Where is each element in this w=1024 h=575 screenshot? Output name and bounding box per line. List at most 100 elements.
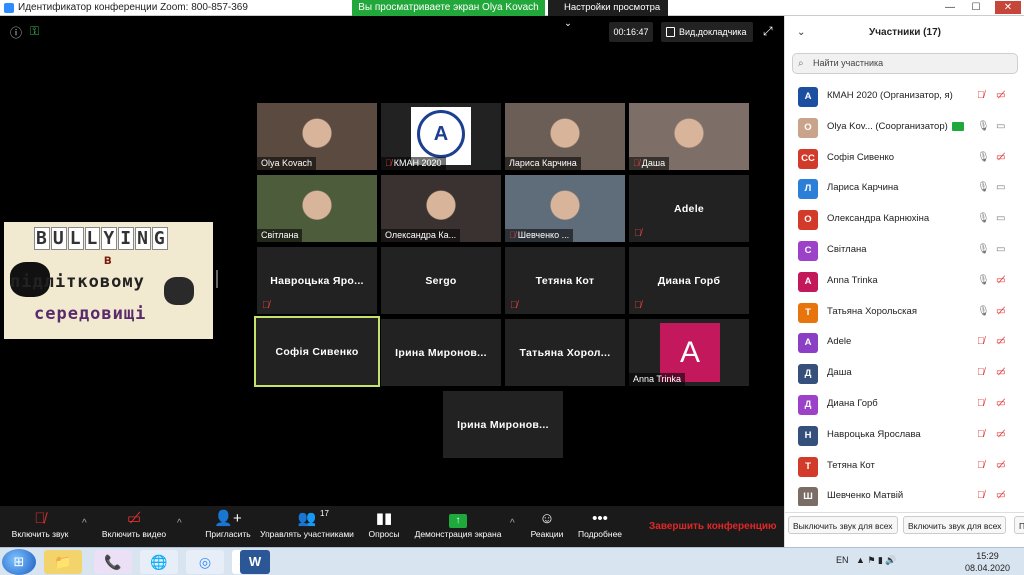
mic-icon[interactable]: 🎙 [977,152,990,163]
video-tile[interactable]: Софія Сивенко [254,316,380,387]
video-tile[interactable]: A 🎙̸ КМАН 2020 [381,103,501,170]
participant-row[interactable]: A Adele 🎙̸ ▭̸ [785,328,1024,359]
language-indicator[interactable]: EN [836,555,849,565]
video-off-icon[interactable]: ▭̸ [996,306,1005,317]
more-options-button[interactable]: П [1014,516,1024,534]
mic-icon[interactable]: 🎙 [977,306,990,317]
mic-icon[interactable]: 🎙 [977,121,990,132]
minimize-button[interactable]: — [940,1,960,14]
video-off-icon[interactable]: ▭̸ [996,460,1005,471]
viber-icon[interactable]: 📞 [94,550,132,574]
video-tile[interactable]: Ірина Миронов... [443,391,563,458]
video-tile[interactable]: Тетяна Кот 🎙̸ [505,247,625,314]
participant-row[interactable]: О Олександра Карнюхіна 🎙 ▭ [785,205,1024,236]
video-tile[interactable]: 🎙̸ Шевченко ... [505,175,625,242]
manage-participants-button[interactable]: 👥 Управлять участниками [256,506,358,547]
participant-row[interactable]: O Olya Kov... (Соорганизатор) 🎙 ▭ [785,113,1024,144]
video-tile[interactable]: Диана Горб 🎙̸ [629,247,749,314]
close-button[interactable]: ✕ [995,1,1021,14]
video-tile[interactable]: Навроцька Яро... 🎙̸ [257,247,377,314]
speaker-view-button[interactable]: Вид,докладчика [661,22,753,42]
share-screen-button[interactable]: ↑ Демонстрация экрана [410,506,506,547]
video-tile[interactable]: Олександра Ка... [381,175,501,242]
participant-name: Anna Trinka [633,374,682,384]
video-off-icon[interactable]: ▭̸ [996,429,1005,440]
video-tile[interactable]: Ірина Миронов... [381,319,501,386]
mic-icon[interactable]: 🎙 [977,244,990,255]
participant-row[interactable]: Н Навроцька Ярослава 🎙̸ ▭̸ [785,421,1024,452]
mic-muted-icon[interactable]: 🎙̸ [977,367,985,378]
mic-muted-icon[interactable]: 🎙̸ [977,490,985,501]
audio-options-caret[interactable]: ^ [82,518,87,529]
participant-row[interactable]: Д Даша 🎙̸ ▭̸ [785,359,1024,390]
info-icon[interactable]: ⓘ [10,24,22,41]
tray-icons[interactable]: ▲ ⚑ ▮ 🔊 [856,555,897,566]
mic-icon[interactable]: 🎙 [977,213,990,224]
mic-muted-icon[interactable]: 🎙̸ [977,336,985,347]
video-off-icon[interactable]: ▭̸ [996,490,1005,501]
participant-row[interactable]: Д Диана Горб 🎙̸ ▭̸ [785,390,1024,421]
unmute-all-button[interactable]: Включить звук для всех [903,516,1007,534]
system-clock[interactable]: 15:29 08.04.2020 [965,550,1010,574]
participant-row[interactable]: Ш Шевченко Матвій 🎙̸ ▭̸ [785,482,1024,506]
participant-row[interactable]: Л Лариса Карчина 🎙 ▭ [785,174,1024,205]
video-off-icon[interactable]: ▭̸ [996,152,1005,163]
participant-row[interactable]: A Anna Trinka 🎙 ▭̸ [785,267,1024,298]
participant-search-input[interactable]: ⌕ Найти участника [792,53,1018,74]
explorer-icon[interactable]: 📁 [44,550,82,574]
video-off-icon[interactable]: ▭̸ [996,398,1005,409]
unmute-button[interactable]: 🎙̸ Включить звук [4,506,76,547]
tile-name-label: Лариса Карчина [505,157,581,170]
video-icon[interactable]: ▭ [996,182,1005,193]
maximize-button[interactable]: ☐ [966,1,986,14]
reactions-button[interactable]: ☺ Реакции [526,506,568,547]
lock-icon[interactable]: ⚿ [30,24,39,39]
invite-button[interactable]: 👤+ Пригласить [202,506,254,547]
video-off-icon[interactable]: ▭̸ [996,336,1005,347]
video-tile[interactable]: Olya Kovach [257,103,377,170]
shared-screen[interactable]: BULLYING в підлітковому середовищі [4,222,213,339]
collapse-chevron-icon[interactable]: ⌄ [797,16,805,50]
mic-muted-icon[interactable]: 🎙̸ [977,398,985,409]
end-meeting-button[interactable]: Завершить конференцию [649,521,777,532]
video-off-icon[interactable]: ▭̸ [996,367,1005,378]
clock-date: 08.04.2020 [965,563,1011,573]
start-button[interactable]: ⊞ [2,549,36,575]
start-video-label: Включить видео [101,529,167,539]
participant-row[interactable]: Т Тетяна Кот 🎙̸ ▭̸ [785,452,1024,483]
participants-panel: ⌄ Участники (17) ⌕ Найти участника A КМАН… [784,16,1024,547]
word-icon[interactable]: W [240,550,270,574]
mute-all-button[interactable]: Выключить звук для всех [788,516,898,534]
more-button[interactable]: ••• Подробнее [574,506,626,547]
video-tile[interactable]: 🎙̸ Даша [629,103,749,170]
video-off-icon[interactable]: ▭̸ [996,275,1005,286]
video-icon[interactable]: ▭ [996,213,1005,224]
video-icon[interactable]: ▭ [996,121,1005,132]
view-options-menu[interactable]: Настройки просмотра ⌄ [548,0,668,29]
share-options-caret[interactable]: ^ [510,518,515,529]
video-icon[interactable]: ▭ [996,244,1005,255]
video-tile[interactable]: Adele 🎙̸ [629,175,749,242]
video-tile[interactable]: A Anna Trinka [629,319,749,386]
video-tile[interactable]: Sergo [381,247,501,314]
participant-row[interactable]: СС Софія Сивенко 🎙 ▭̸ [785,144,1024,175]
resize-handle[interactable] [216,270,218,288]
fullscreen-icon[interactable]: ⤢ [763,24,773,39]
app-icon[interactable]: ◎ [186,550,224,574]
mic-muted-icon[interactable]: 🎙̸ [977,90,985,101]
video-tile[interactable]: Світлана [257,175,377,242]
participant-row[interactable]: A КМАН 2020 (Организатор, я) 🎙̸ ▭̸ [785,82,1024,113]
mic-icon[interactable]: 🎙 [977,275,990,286]
video-tile[interactable]: Лариса Карчина [505,103,625,170]
video-tile[interactable]: Татьяна Хорол... [505,319,625,386]
polls-button[interactable]: ▮▮ Опросы [364,506,404,547]
participant-row[interactable]: Т Татьяна Хорольская 🎙 ▭̸ [785,298,1024,329]
mic-muted-icon[interactable]: 🎙̸ [977,429,985,440]
start-video-button[interactable]: ▭̸ Включить видео [98,506,170,547]
participant-row[interactable]: С Світлана 🎙 ▭ [785,236,1024,267]
video-off-icon[interactable]: ▭̸ [996,90,1005,101]
video-options-caret[interactable]: ^ [177,518,182,529]
mic-icon[interactable]: 🎙 [977,182,990,193]
chrome-icon[interactable]: 🌐 [140,550,178,574]
mic-muted-icon[interactable]: 🎙̸ [977,460,985,471]
